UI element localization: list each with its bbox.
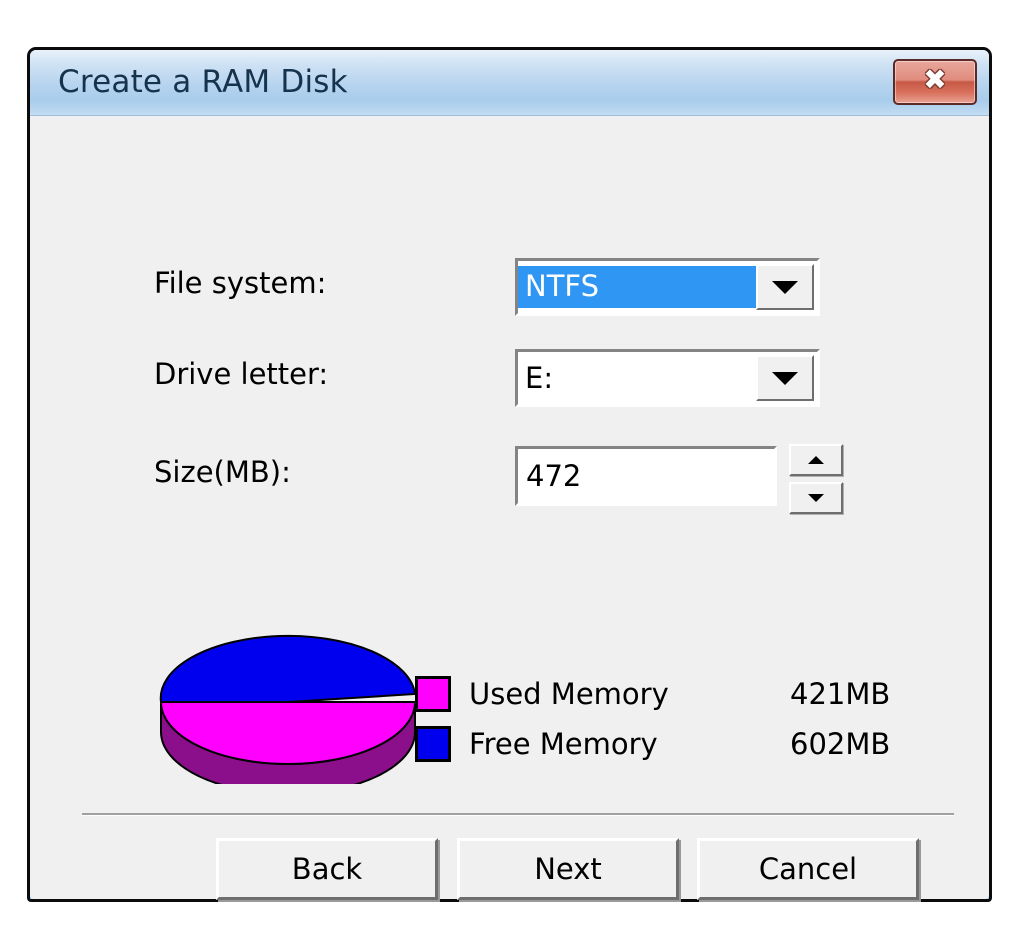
drive-letter-label: Drive letter: [154, 357, 329, 391]
title-bar[interactable]: Create a RAM Disk ✖ [30, 50, 989, 116]
filesystem-dropdown-button[interactable] [756, 264, 814, 310]
triangle-up-icon [808, 456, 824, 464]
dialog-client-area: File system: NTFS Drive letter: E: Size(… [30, 116, 989, 900]
filesystem-value: NTFS [518, 266, 756, 308]
legend-swatch-used-memory [415, 676, 451, 712]
filesystem-combobox[interactable]: NTFS [515, 258, 820, 316]
drive-letter-dropdown-button[interactable] [756, 355, 814, 401]
next-button[interactable]: Next [457, 838, 679, 900]
chart-legend: Used Memory 421MB Free Memory 602MB [415, 669, 915, 769]
cancel-button[interactable]: Cancel [697, 838, 919, 900]
legend-value-free-memory: 602MB [790, 727, 891, 761]
size-label: Size(MB): [154, 455, 291, 489]
filesystem-label: File system: [154, 266, 327, 300]
size-input-value: 472 [526, 459, 582, 493]
close-icon: ✖ [923, 63, 947, 96]
drive-letter-combobox-display[interactable]: E: [518, 352, 756, 404]
legend-label-used-memory: Used Memory [469, 677, 669, 711]
back-button[interactable]: Back [216, 838, 438, 900]
chevron-down-icon [772, 280, 798, 294]
drive-letter-combobox[interactable]: E: [515, 349, 820, 407]
close-button[interactable]: ✖ [893, 59, 977, 105]
pie-slice-free [159, 634, 417, 703]
drive-letter-value: E: [525, 361, 554, 395]
size-spinner-down[interactable] [789, 482, 843, 514]
filesystem-combobox-display[interactable]: NTFS [518, 261, 756, 313]
memory-pie-chart [159, 634, 417, 784]
window-title: Create a RAM Disk [58, 64, 348, 100]
legend-label-free-memory: Free Memory [469, 727, 658, 761]
triangle-down-icon [808, 494, 824, 502]
dialog-window: Create a RAM Disk ✖ File system: NTFS Dr… [27, 47, 992, 902]
horizontal-separator [82, 813, 954, 816]
legend-row-used: Used Memory 421MB [415, 669, 915, 719]
legend-value-used-memory: 421MB [790, 677, 891, 711]
legend-row-free: Free Memory 602MB [415, 719, 915, 769]
size-spinner-up[interactable] [789, 444, 843, 476]
chevron-down-icon [772, 371, 798, 385]
size-input[interactable]: 472 [515, 446, 777, 506]
legend-swatch-free-memory [415, 726, 451, 762]
